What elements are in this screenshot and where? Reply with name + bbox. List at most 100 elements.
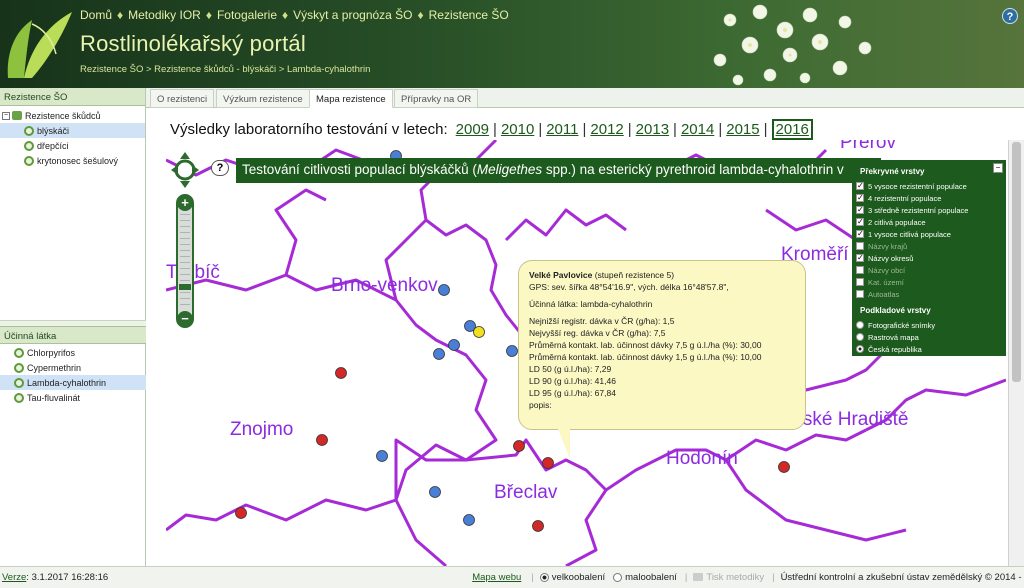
year-selector: Výsledky laboratorního testování v letec… [170,118,817,140]
population-marker-red[interactable] [513,440,525,452]
overlay-layer-label: 4 rezistentní populace [868,193,942,203]
checkbox-icon[interactable] [856,266,864,274]
checkbox-icon[interactable] [856,242,864,250]
popup-pointer [558,429,570,459]
overlay-layer-item[interactable]: ✓ 2 citlivá populace [856,216,1002,228]
checkbox-icon[interactable]: ✓ [856,218,864,226]
tree-root-pests[interactable]: − Rezistence škůdců [0,108,145,123]
overlay-layer-item[interactable]: ✓ 1 vysoce citlivá populace [856,228,1002,240]
population-marker-red[interactable] [532,520,544,532]
radio-icon[interactable] [613,572,623,582]
base-layer-label: Rastrová mapa [868,332,919,342]
year-link-2014[interactable]: 2014 [681,121,714,138]
nav-methods-link[interactable]: Metodiky IOR [128,8,201,22]
population-marker-blue[interactable] [438,284,450,296]
year-link-2013[interactable]: 2013 [636,121,669,138]
collapse-icon[interactable]: − [2,111,10,120]
overlay-layer-item[interactable]: Autoatlas [856,288,1002,300]
sitemap-link[interactable]: Mapa webu [472,572,521,583]
year-link-2010[interactable]: 2010 [501,121,534,138]
nav-gallery-link[interactable]: Fotogalerie [217,8,277,22]
pan-control[interactable] [170,150,200,190]
radio-icon[interactable] [856,321,864,329]
base-layer-item[interactable]: Česká republika [856,343,1002,355]
zoom-slider[interactable]: + − [176,194,194,328]
population-marker-blue[interactable] [429,486,441,498]
population-marker-yellow[interactable] [473,326,485,338]
checkbox-icon[interactable] [856,290,864,298]
overlay-layer-item[interactable]: ✓ 4 rezistentní populace [856,192,1002,204]
population-marker-red[interactable] [235,507,247,519]
population-marker-red[interactable] [316,434,328,446]
tab-about-resistance[interactable]: O rezistenci [150,89,215,108]
folder-icon [12,111,22,120]
tree-item-flea-beetles[interactable]: dřepčíci [0,138,145,153]
tab-resistance-map[interactable]: Mapa rezistence [309,89,393,108]
year-link-2012[interactable]: 2012 [590,121,623,138]
base-layer-list: Fotografické snímky Rastrová mapa Česká re… [856,319,1002,355]
packaging-large-option[interactable]: velkoobalení [539,572,605,583]
print-methodology-button[interactable]: Tisk metodiky [693,572,764,583]
tree-item-pollen-beetles[interactable]: blýskáči [0,123,145,138]
population-marker-blue[interactable] [506,345,518,357]
radio-icon[interactable] [856,333,864,341]
base-layer-item[interactable]: Fotografické snímky [856,319,1002,331]
radio-icon[interactable] [539,572,549,582]
checkbox-icon[interactable]: ✓ [856,182,864,190]
nav-resistance-link[interactable]: Rezistence ŠO [429,8,509,22]
overlay-layer-item[interactable]: Kat. území [856,276,1002,288]
radio-icon[interactable] [856,345,864,353]
pan-arrows-icon[interactable] [170,150,200,190]
map-help-icon[interactable]: ? [211,160,229,176]
version-link[interactable]: Verze [2,572,26,583]
vertical-scrollbar[interactable] [1008,140,1024,566]
portal-logo-icon[interactable] [2,4,74,82]
year-separator: | [763,120,768,138]
nav-home-link[interactable]: Domů [80,8,112,22]
tree-item-seed-weevil[interactable]: krytonosec šešulový [0,153,145,168]
nav-forecast-link[interactable]: Výskyt a prognóza ŠO [293,8,412,22]
checkbox-icon[interactable]: ✓ [856,254,864,262]
population-marker-blue[interactable] [463,514,475,526]
results-title: Výsledky laboratorního testování v letec… [170,120,448,138]
overlay-layer-item[interactable]: Názvy krajů [856,240,1002,252]
year-link-2015[interactable]: 2015 [726,121,759,138]
overlay-layer-item[interactable]: ✓ 3 středně rezistentní populace [856,204,1002,216]
resistance-map[interactable]: Třebíč Brno-venkov Kroměří Znojmo Břecla… [166,140,1006,566]
base-layer-item[interactable]: Rastrová mapa [856,331,1002,343]
checkbox-icon[interactable]: ✓ [856,230,864,238]
population-marker-red[interactable] [542,457,554,469]
substance-item-cypermethrin[interactable]: Cypermethrin [0,360,146,375]
zoom-handle[interactable] [179,284,191,290]
substance-label: Chlorpyrifos [27,347,76,358]
popup-line: LD 50 (g ú.l./ha): 7,29 [529,364,612,374]
overlay-layer-item[interactable]: ✓ Názvy okresů [856,252,1002,264]
portal-title: Rostlinolékařský portál [80,31,306,56]
scrollbar-thumb[interactable] [1012,142,1021,382]
checkbox-icon[interactable] [856,278,864,286]
year-link-2016-selected[interactable]: 2016 [771,118,813,140]
population-marker-blue[interactable] [448,339,460,351]
minimize-icon[interactable]: − [993,163,1003,173]
substance-item-tau-fluvalinate[interactable]: Tau-fluvalinát [0,390,146,405]
zoom-track[interactable] [180,214,190,308]
zoom-in-button[interactable]: + [177,195,193,211]
substance-item-chlorpyrifos[interactable]: Chlorpyrifos [0,345,146,360]
population-marker-blue[interactable] [376,450,388,462]
substance-item-lambda-cyhalothrin[interactable]: Lambda-cyhalothrin [0,375,146,390]
zoom-out-button[interactable]: − [177,311,193,327]
checkbox-icon[interactable]: ✓ [856,206,864,214]
overlay-layer-item[interactable]: ✓ 5 vysoce rezistentní populace [856,180,1002,192]
population-marker-blue[interactable] [433,348,445,360]
year-link-2011[interactable]: 2011 [546,121,578,138]
population-marker-red[interactable] [335,367,347,379]
help-button[interactable]: ? [1002,8,1018,24]
overlay-layer-item[interactable]: Názvy obcí [856,264,1002,276]
checkbox-icon[interactable]: ✓ [856,194,864,202]
year-link-2009[interactable]: 2009 [456,121,489,138]
tab-research[interactable]: Výzkum rezistence [216,89,310,108]
popup-gps: GPS: sev. šířka 48°54'16.9", vých. délka… [529,282,729,292]
tab-products[interactable]: Přípravky na OR [394,89,479,108]
packaging-small-option[interactable]: maloobalení [613,572,677,583]
population-marker-red[interactable] [778,461,790,473]
